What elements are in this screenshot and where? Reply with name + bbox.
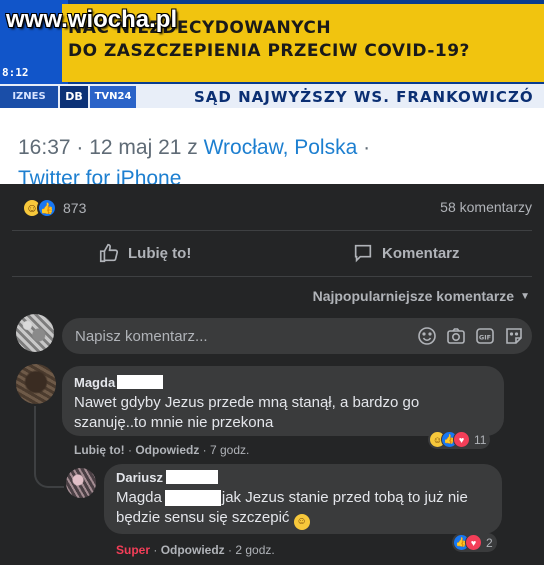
comment-button[interactable]: Komentarz — [352, 242, 460, 264]
tweet-card: NAĆ NIEZDECYDOWANYCH DO ZASZCZEPIENIA PR… — [0, 0, 544, 184]
comment-actions: Lubię to! · Odpowiedz · 7 godz. — [74, 443, 250, 457]
reply-reaction-count: 2 — [486, 535, 493, 550]
reply-reactions[interactable]: 👍 ♥ 2 — [452, 533, 497, 552]
tv-channel-logo: TVN24 — [90, 86, 136, 108]
comment-button-label: Komentarz — [382, 244, 460, 262]
composer-tools: GIF — [417, 326, 524, 346]
reply-time[interactable]: 2 godz. — [235, 543, 274, 557]
emoji-icon[interactable] — [417, 326, 437, 346]
reply-text-part1: jak Jezus stanie przed tobą to już nie — [221, 489, 468, 506]
tweet-timestamp: 16:37 · 12 maj 21 z Wrocław, Polska · — [18, 136, 370, 160]
reply-reaction-button[interactable]: Super — [116, 543, 150, 557]
sticker-icon[interactable] — [504, 326, 524, 346]
tv-channel-tag: IZNES — [0, 86, 58, 108]
comment-text-line2: szanuję..to mnie nie przekona — [74, 414, 274, 431]
comment-time[interactable]: 7 godz. — [210, 443, 249, 457]
redaction-box — [164, 490, 221, 506]
reply-author[interactable]: Dariusz — [116, 470, 218, 485]
tv-ticker-text: SĄD NAJWYŻSZY WS. FRANKOWICZÓ — [194, 88, 534, 106]
like-button[interactable]: Lubię to! — [98, 242, 191, 264]
camera-icon[interactable] — [446, 326, 466, 346]
redaction-box — [117, 375, 164, 389]
avatar[interactable] — [16, 314, 54, 352]
reply-bubble: Dariusz Magda jak Jezus stanie przed tobą… — [104, 464, 502, 534]
comment-composer[interactable]: GIF — [62, 318, 532, 354]
svg-text:GIF: GIF — [479, 333, 491, 341]
tweet-location-link[interactable]: Wrocław, Polska — [204, 136, 358, 159]
divider — [12, 276, 532, 277]
gif-icon[interactable]: GIF — [475, 326, 495, 346]
tweet-source-link[interactable]: Twitter for iPhone — [18, 167, 181, 184]
post-reactions[interactable]: ☺ 👍 873 — [22, 198, 86, 218]
reply-mention[interactable]: Magda — [116, 489, 162, 506]
comment-icon — [354, 244, 372, 263]
reply-text-line1: Magda jak Jezus stanie przed tobą to już … — [116, 488, 468, 508]
reply-reply-button[interactable]: Odpowiedz — [161, 543, 225, 557]
comment-reply-button[interactable]: Odpowiedz — [135, 443, 199, 457]
facebook-post-footer: ☺ 👍 873 58 komentarzy Lubię to! Komentar… — [0, 184, 544, 565]
like-reaction-icon: 👍 — [37, 198, 57, 218]
love-reaction-icon: ♥ — [453, 431, 470, 448]
tv-clock: 8:12 — [2, 66, 29, 79]
tv-headline-line2: DO ZASZCZEPIENIA PRZECIW COVID-19? — [68, 41, 470, 61]
reaction-count: 873 — [63, 200, 87, 216]
reply-thread-line — [34, 406, 64, 488]
like-button-label: Lubię to! — [128, 244, 192, 262]
watermark: www.wiocha.pl — [6, 6, 178, 33]
sort-label: Najpopularniejsze komentarze — [312, 288, 515, 304]
smiley-emoji-icon: ☺ — [293, 514, 310, 530]
redaction-box — [165, 470, 218, 484]
comment-author-name[interactable]: Magda — [74, 375, 115, 390]
tv-channel-b: DB — [60, 86, 88, 108]
reply-actions: Super · Odpowiedz · 2 godz. — [116, 543, 275, 557]
comment-text-line1: Nawet gdyby Jezus przede mną stanął, a b… — [74, 394, 420, 411]
love-reaction-icon: ♥ — [465, 534, 482, 551]
comments-count-link[interactable]: 58 komentarzy — [440, 199, 532, 215]
comment-like-button[interactable]: Lubię to! — [74, 443, 125, 457]
comment-bubble: Magda Nawet gdyby Jezus przede mną staną… — [62, 366, 504, 436]
divider — [12, 230, 532, 231]
comment-reaction-count: 11 — [474, 432, 487, 447]
reply-text-part2: będzie sensu się szczepić — [116, 509, 290, 526]
tweet-separator: · — [357, 136, 371, 159]
thumbs-up-icon — [99, 243, 119, 263]
tv-bottom-edge — [0, 108, 544, 118]
comment-reactions[interactable]: ☺ 👍 ♥ 11 — [428, 430, 491, 449]
reply-text-line2: będzie sensu się szczepić ☺ — [116, 508, 310, 530]
reply-author-name[interactable]: Dariusz — [116, 470, 163, 485]
avatar[interactable] — [66, 468, 96, 498]
comment-author[interactable]: Magda — [74, 375, 164, 390]
comment-input[interactable] — [62, 318, 392, 354]
tweet-time: 16:37 · 12 maj 21 z — [18, 136, 204, 159]
avatar[interactable] — [16, 364, 56, 404]
comment-sort-dropdown[interactable]: Najpopularniejsze komentarze ▼ — [313, 288, 530, 304]
caret-down-icon: ▼ — [520, 290, 530, 302]
